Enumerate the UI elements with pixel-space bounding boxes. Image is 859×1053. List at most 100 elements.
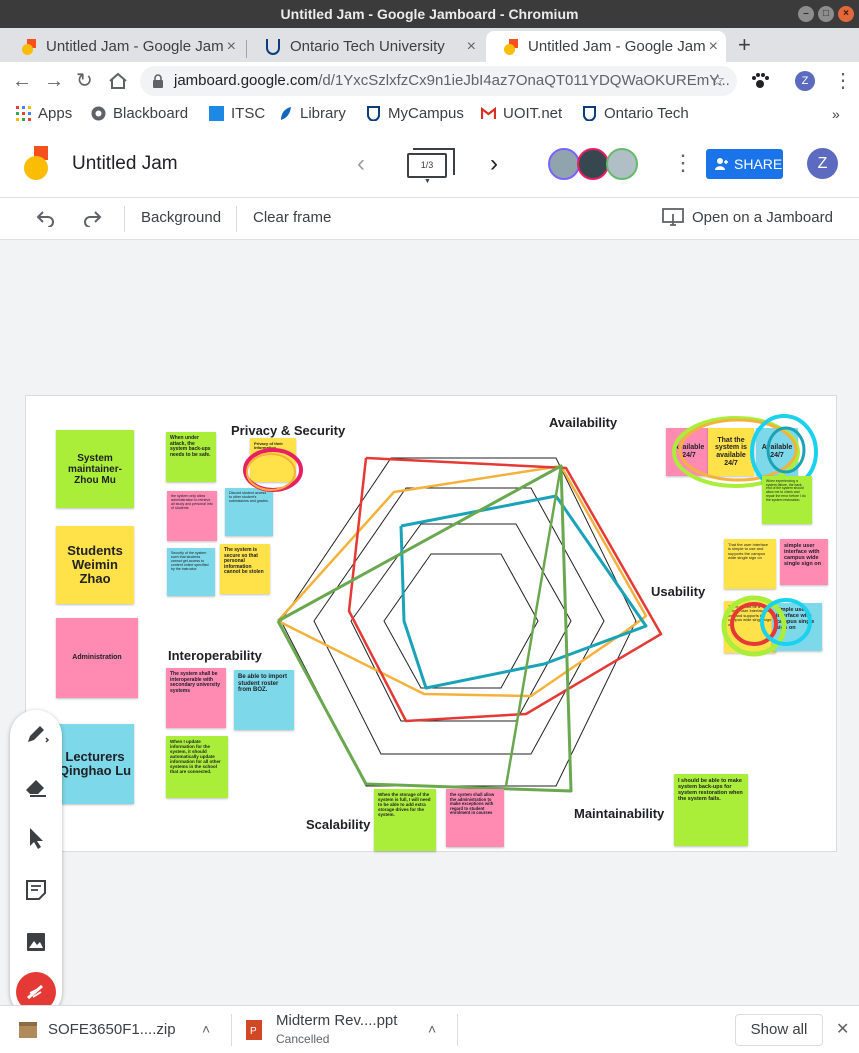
- tab-close-icon[interactable]: ×: [709, 31, 718, 62]
- previous-frame-icon[interactable]: ‹: [357, 150, 365, 178]
- select-arrow-icon[interactable]: [22, 824, 50, 852]
- teal-series-line: [399, 494, 648, 690]
- tab-ontario-tech[interactable]: Ontario Tech University ×: [248, 31, 484, 62]
- forward-arrow-icon[interactable]: →: [44, 70, 64, 92]
- note-update-info[interactable]: When I update information for the system…: [166, 736, 228, 798]
- home-icon[interactable]: [108, 72, 128, 90]
- extension-paw-icon[interactable]: [750, 71, 770, 91]
- window-title-bar: Untitled Jam - Google Jamboard - Chromiu…: [0, 0, 859, 28]
- window-title: Untitled Jam - Google Jamboard - Chromiu…: [280, 6, 579, 22]
- back-arrow-icon[interactable]: ←: [12, 70, 32, 92]
- maximize-icon[interactable]: □: [818, 6, 834, 22]
- powerpoint-file-icon: P: [246, 1020, 262, 1040]
- close-download-bar-icon[interactable]: ✕: [836, 1019, 849, 1039]
- note-backups[interactable]: I should be able to make system back-ups…: [674, 774, 748, 846]
- user-avatar[interactable]: Z: [807, 148, 838, 179]
- bookmark-library[interactable]: Library: [281, 104, 346, 124]
- collaborator-avatar-2[interactable]: [577, 148, 609, 180]
- note-interop-secondary[interactable]: The system shall be interoperable with s…: [166, 668, 226, 728]
- close-window-icon[interactable]: ×: [838, 6, 854, 22]
- note-failure[interactable]: When experiencing a system failure, the …: [762, 476, 812, 524]
- note-security-access[interactable]: Security of the system such that student…: [167, 548, 215, 596]
- profile-avatar[interactable]: Z: [795, 71, 815, 91]
- redo-icon[interactable]: [82, 209, 102, 227]
- tab-jam-active[interactable]: Untitled Jam - Google Jam ×: [486, 31, 726, 62]
- green-series-line: [276, 464, 573, 793]
- note-storage-full[interactable]: When the storage of the system is full, …: [374, 789, 436, 851]
- download-item-ppt[interactable]: Midterm Rev....ppt: [276, 1012, 397, 1029]
- sticky-qinghao[interactable]: Lecturers Qinghao Lu: [56, 724, 134, 804]
- tab-close-icon[interactable]: ×: [227, 31, 236, 62]
- bookmark-mycampus[interactable]: MyCampus: [367, 104, 464, 124]
- pen-icon[interactable]: [22, 720, 50, 748]
- image-icon[interactable]: [22, 928, 50, 956]
- bookmark-ontario-tech[interactable]: Ontario Tech: [583, 104, 689, 124]
- download-divider: [457, 1014, 458, 1046]
- download-item-zip[interactable]: SOFE3650F1....zip: [48, 1021, 176, 1038]
- jamboard-device-icon: [662, 208, 684, 226]
- next-frame-icon[interactable]: ›: [490, 150, 498, 178]
- itsc-square-icon: [209, 106, 224, 121]
- browser-menu-icon[interactable]: ⋮: [833, 70, 853, 92]
- frame-indicator[interactable]: 1/3: [407, 148, 455, 178]
- bookmark-blackboard[interactable]: Blackboard: [91, 104, 188, 124]
- minimize-icon[interactable]: –: [798, 6, 814, 22]
- show-all-button[interactable]: Show all: [735, 1014, 823, 1046]
- background-button[interactable]: Background: [141, 209, 221, 226]
- undo-icon[interactable]: [36, 209, 56, 227]
- jam-title[interactable]: Untitled Jam: [72, 153, 178, 175]
- toolbar-divider: [236, 206, 237, 232]
- new-tab-button[interactable]: +: [738, 31, 751, 59]
- jamboard-favicon-icon: [22, 39, 36, 55]
- note-ui-single[interactable]: simple user interface with campus wide s…: [780, 539, 828, 585]
- privacy-red-circle: [243, 448, 303, 492]
- collaborator-avatar-3[interactable]: [606, 148, 638, 180]
- download-status: Cancelled: [276, 1032, 330, 1046]
- shield-icon: [367, 106, 380, 121]
- url-path: /d/1YxcSzlxfzCx9n1ieJbI4az7OnaQT011YDQWa…: [318, 72, 730, 89]
- chevron-up-icon[interactable]: ˄: [202, 1021, 210, 1037]
- tab-label: Ontario Tech University: [290, 38, 445, 55]
- collaborator-avatar-1[interactable]: [548, 148, 580, 180]
- address-row: ← → ↻ jamboard.google.com/d/1YxcSzlxfzCx…: [0, 62, 859, 100]
- jamboard-favicon-icon: [504, 39, 518, 55]
- bookmark-apps[interactable]: Apps: [16, 104, 72, 124]
- note-exceptions[interactable]: the system shall allow the administratio…: [446, 789, 504, 847]
- reload-icon[interactable]: ↻: [76, 70, 93, 92]
- sticky-zhou[interactable]: System maintainer- Zhou Mu: [56, 430, 134, 508]
- note-attack[interactable]: When under attack, the system back-ups n…: [166, 432, 216, 482]
- address-bar[interactable]: jamboard.google.com/d/1YxcSzlxfzCx9n1ieJ…: [140, 66, 737, 96]
- jam-board[interactable]: Privacy & Security Availability Usabilit…: [25, 395, 837, 852]
- bookmark-itsc[interactable]: ITSC: [209, 104, 265, 124]
- download-divider: [231, 1014, 232, 1046]
- clear-frame-button[interactable]: Clear frame: [253, 209, 331, 226]
- ontario-tech-shield-icon: [266, 39, 280, 55]
- tab-jam-1[interactable]: Untitled Jam - Google Jam ×: [4, 31, 244, 62]
- laser-icon: [27, 984, 43, 1000]
- share-button[interactable]: SHARE: [706, 149, 783, 179]
- bookmarks-overflow-button[interactable]: »: [832, 104, 840, 124]
- jamboard-header: Untitled Jam ‹ 1/3 ▼ › ⋮ SHARE Z: [0, 128, 859, 198]
- usability-circles: [721, 595, 812, 657]
- note-secure-personal[interactable]: The system is secure so that personal in…: [220, 544, 270, 594]
- sticky-note-icon[interactable]: [22, 876, 50, 904]
- axis-label-interoperability: Interoperability: [168, 648, 262, 663]
- eraser-icon[interactable]: [22, 772, 50, 800]
- library-leaf-icon: [281, 107, 291, 120]
- bookmark-star-icon[interactable]: ☆: [710, 66, 725, 96]
- sticky-administration[interactable]: Administration: [56, 618, 138, 698]
- note-import-roster[interactable]: Be able to import student roster from BO…: [234, 670, 294, 730]
- globe-icon: [91, 106, 106, 121]
- chevron-up-icon[interactable]: ˄: [428, 1021, 436, 1037]
- tab-label: Untitled Jam - Google Jam: [46, 38, 224, 55]
- axis-label-availability: Availability: [549, 415, 618, 430]
- sticky-weimin[interactable]: Students Weimin Zhao: [56, 526, 134, 604]
- frame-dropdown-icon[interactable]: ▼: [424, 178, 431, 185]
- note-ui-simple[interactable]: That the user interface is simple to use…: [724, 539, 776, 589]
- tab-close-icon[interactable]: ×: [467, 31, 476, 62]
- shield-icon: [583, 106, 596, 121]
- bookmark-uoit-net[interactable]: UOIT.net: [481, 104, 562, 124]
- more-options-icon[interactable]: ⋮: [672, 150, 694, 176]
- open-on-jamboard-button[interactable]: Open on a Jamboard: [692, 209, 833, 226]
- note-admin-access[interactable]: the system only allow administration to …: [167, 491, 217, 541]
